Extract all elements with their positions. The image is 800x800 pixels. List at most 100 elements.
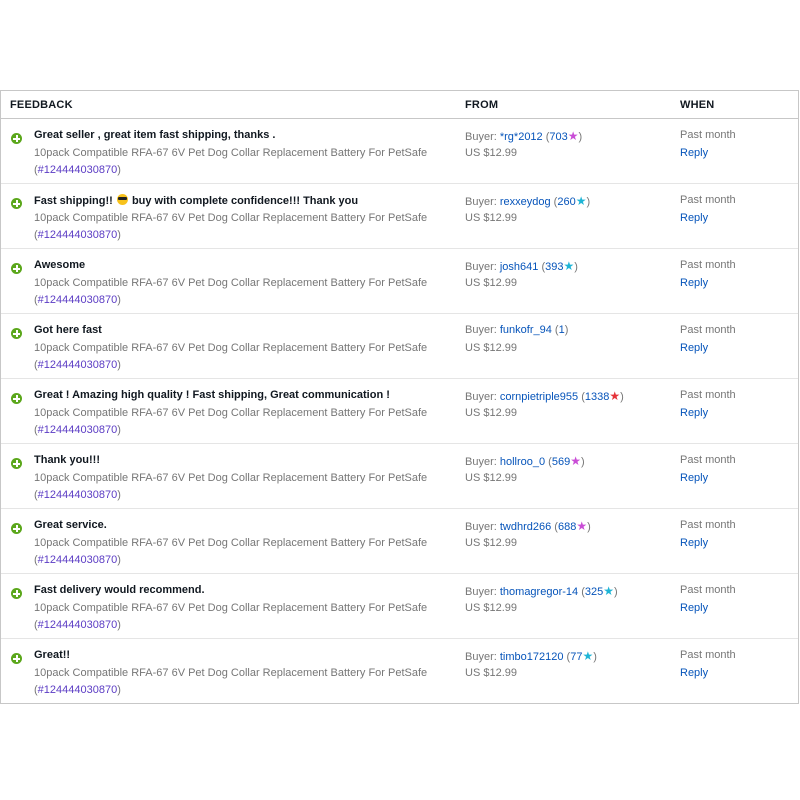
buyer-feedback-score[interactable]: 1 <box>559 324 565 336</box>
buyer-line: Buyer: twdhrd266 (688★) <box>465 519 591 533</box>
feedback-comment-text-after: buy with complete confidence!!! Thank yo… <box>128 195 359 207</box>
item-title: 10pack Compatible RFA-67 6V Pet Dog Coll… <box>34 667 428 679</box>
feedback-comment: Got here fast <box>34 324 102 336</box>
item-title: 10pack Compatible RFA-67 6V Pet Dog Coll… <box>34 407 428 419</box>
table-header: FEEDBACK FROM WHEN <box>1 91 798 119</box>
buyer-label: Buyer: <box>465 456 500 468</box>
item-number-link[interactable]: #124444030870 <box>38 554 118 566</box>
buyer-feedback-score[interactable]: 688 <box>558 521 576 533</box>
item-number-line: (#124444030870) <box>34 684 121 696</box>
buyer-name-link[interactable]: *rg*2012 <box>500 131 543 143</box>
positive-feedback-icon <box>11 523 22 534</box>
item-number-link[interactable]: #124444030870 <box>38 684 118 696</box>
table-row: Great!! 10pack Compatible RFA-67 6V Pet … <box>1 639 798 704</box>
item-number-line: (#124444030870) <box>34 489 121 501</box>
buyer-name-link[interactable]: funkofr_94 <box>500 324 552 336</box>
buyer-label: Buyer: <box>465 324 500 336</box>
buyer-line: Buyer: *rg*2012 (703★) <box>465 129 583 143</box>
feedback-comment-text: Fast delivery would recommend. <box>34 584 205 596</box>
feedback-star-icon: ★ <box>576 519 588 533</box>
item-title: 10pack Compatible RFA-67 6V Pet Dog Coll… <box>34 277 428 289</box>
reply-link[interactable]: Reply <box>680 407 708 419</box>
item-number-link[interactable]: #124444030870 <box>38 164 118 176</box>
item-number: 124444030870 <box>43 554 118 566</box>
buyer-feedback-score[interactable]: 393 <box>545 261 563 273</box>
buyer-label: Buyer: <box>465 586 500 598</box>
header-from: FROM <box>465 99 499 111</box>
item-price: US $12.99 <box>465 147 517 159</box>
feedback-comment: Fast shipping!! buy with complete confid… <box>34 194 358 207</box>
buyer-feedback-score[interactable]: 1338 <box>585 391 609 403</box>
item-number-link[interactable]: #124444030870 <box>38 229 118 241</box>
buyer-label: Buyer: <box>465 131 500 143</box>
item-number-line: (#124444030870) <box>34 359 121 371</box>
buyer-line: Buyer: rexxeydog (260★) <box>465 194 591 208</box>
feedback-comment-text: Great ! Amazing high quality ! Fast ship… <box>34 389 390 401</box>
item-title: 10pack Compatible RFA-67 6V Pet Dog Coll… <box>34 472 428 484</box>
header-feedback: FEEDBACK <box>10 99 73 111</box>
reply-link[interactable]: Reply <box>680 212 708 224</box>
buyer-line: Buyer: cornpietriple955 (1338★) <box>465 389 624 403</box>
table-row: Got here fast 10pack Compatible RFA-67 6… <box>1 314 798 379</box>
feedback-when: Past month <box>680 454 736 466</box>
reply-link[interactable]: Reply <box>680 342 708 354</box>
feedback-comment-text: Great service. <box>34 519 107 531</box>
buyer-name-link[interactable]: thomagregor-14 <box>500 586 578 598</box>
item-number-link[interactable]: #124444030870 <box>38 359 118 371</box>
table-row: Great ! Amazing high quality ! Fast ship… <box>1 379 798 444</box>
feedback-comment: Fast delivery would recommend. <box>34 584 205 596</box>
buyer-line: Buyer: josh641 (393★) <box>465 259 578 273</box>
item-title: 10pack Compatible RFA-67 6V Pet Dog Coll… <box>34 537 428 549</box>
buyer-label: Buyer: <box>465 391 500 403</box>
item-number-line: (#124444030870) <box>34 294 121 306</box>
feedback-comment: Awesome <box>34 259 85 271</box>
item-number-line: (#124444030870) <box>34 619 121 631</box>
positive-feedback-icon <box>11 458 22 469</box>
positive-feedback-icon <box>11 133 22 144</box>
item-title: 10pack Compatible RFA-67 6V Pet Dog Coll… <box>34 602 428 614</box>
buyer-feedback-score[interactable]: 569 <box>552 456 570 468</box>
reply-link[interactable]: Reply <box>680 277 708 289</box>
feedback-star-icon: ★ <box>567 129 579 143</box>
buyer-name-link[interactable]: twdhrd266 <box>500 521 551 533</box>
buyer-feedback-score[interactable]: 325 <box>585 586 603 598</box>
item-price: US $12.99 <box>465 407 517 419</box>
table-row: Great service. 10pack Compatible RFA-67 … <box>1 509 798 574</box>
positive-feedback-icon <box>11 328 22 339</box>
buyer-line: Buyer: hollroo_0 (569★) <box>465 454 585 468</box>
feedback-rows: Great seller , great item fast shipping,… <box>1 119 798 704</box>
buyer-name-link[interactable]: timbo172120 <box>500 651 564 663</box>
buyer-feedback-score[interactable]: 260 <box>557 196 575 208</box>
reply-link[interactable]: Reply <box>680 472 708 484</box>
feedback-when: Past month <box>680 389 736 401</box>
reply-link[interactable]: Reply <box>680 602 708 614</box>
reply-link[interactable]: Reply <box>680 537 708 549</box>
item-number-link[interactable]: #124444030870 <box>38 489 118 501</box>
item-number-link[interactable]: #124444030870 <box>38 619 118 631</box>
buyer-name-link[interactable]: cornpietriple955 <box>500 391 578 403</box>
reply-link[interactable]: Reply <box>680 667 708 679</box>
buyer-feedback-score[interactable]: 77 <box>570 651 582 663</box>
item-number: 124444030870 <box>43 359 118 371</box>
item-number-link[interactable]: #124444030870 <box>38 294 118 306</box>
item-number: 124444030870 <box>43 294 118 306</box>
feedback-comment: Great ! Amazing high quality ! Fast ship… <box>34 389 390 401</box>
feedback-comment-text: Fast shipping!! <box>34 195 116 207</box>
buyer-line: Buyer: thomagregor-14 (325★) <box>465 584 618 598</box>
buyer-name-link[interactable]: josh641 <box>500 261 539 273</box>
item-price: US $12.99 <box>465 602 517 614</box>
buyer-name-link[interactable]: rexxeydog <box>500 196 551 208</box>
item-number-link[interactable]: #124444030870 <box>38 424 118 436</box>
table-row: Fast delivery would recommend. 10pack Co… <box>1 574 798 639</box>
item-price: US $12.99 <box>465 667 517 679</box>
item-number: 124444030870 <box>43 164 118 176</box>
feedback-star-icon: ★ <box>582 649 594 663</box>
buyer-feedback-score[interactable]: 703 <box>549 131 567 143</box>
item-price: US $12.99 <box>465 277 517 289</box>
feedback-comment-text: Great seller , great item fast shipping,… <box>34 129 276 141</box>
buyer-name-link[interactable]: hollroo_0 <box>500 456 545 468</box>
buyer-line: Buyer: funkofr_94 (1) <box>465 324 569 336</box>
feedback-when: Past month <box>680 129 736 141</box>
item-price: US $12.99 <box>465 472 517 484</box>
reply-link[interactable]: Reply <box>680 147 708 159</box>
